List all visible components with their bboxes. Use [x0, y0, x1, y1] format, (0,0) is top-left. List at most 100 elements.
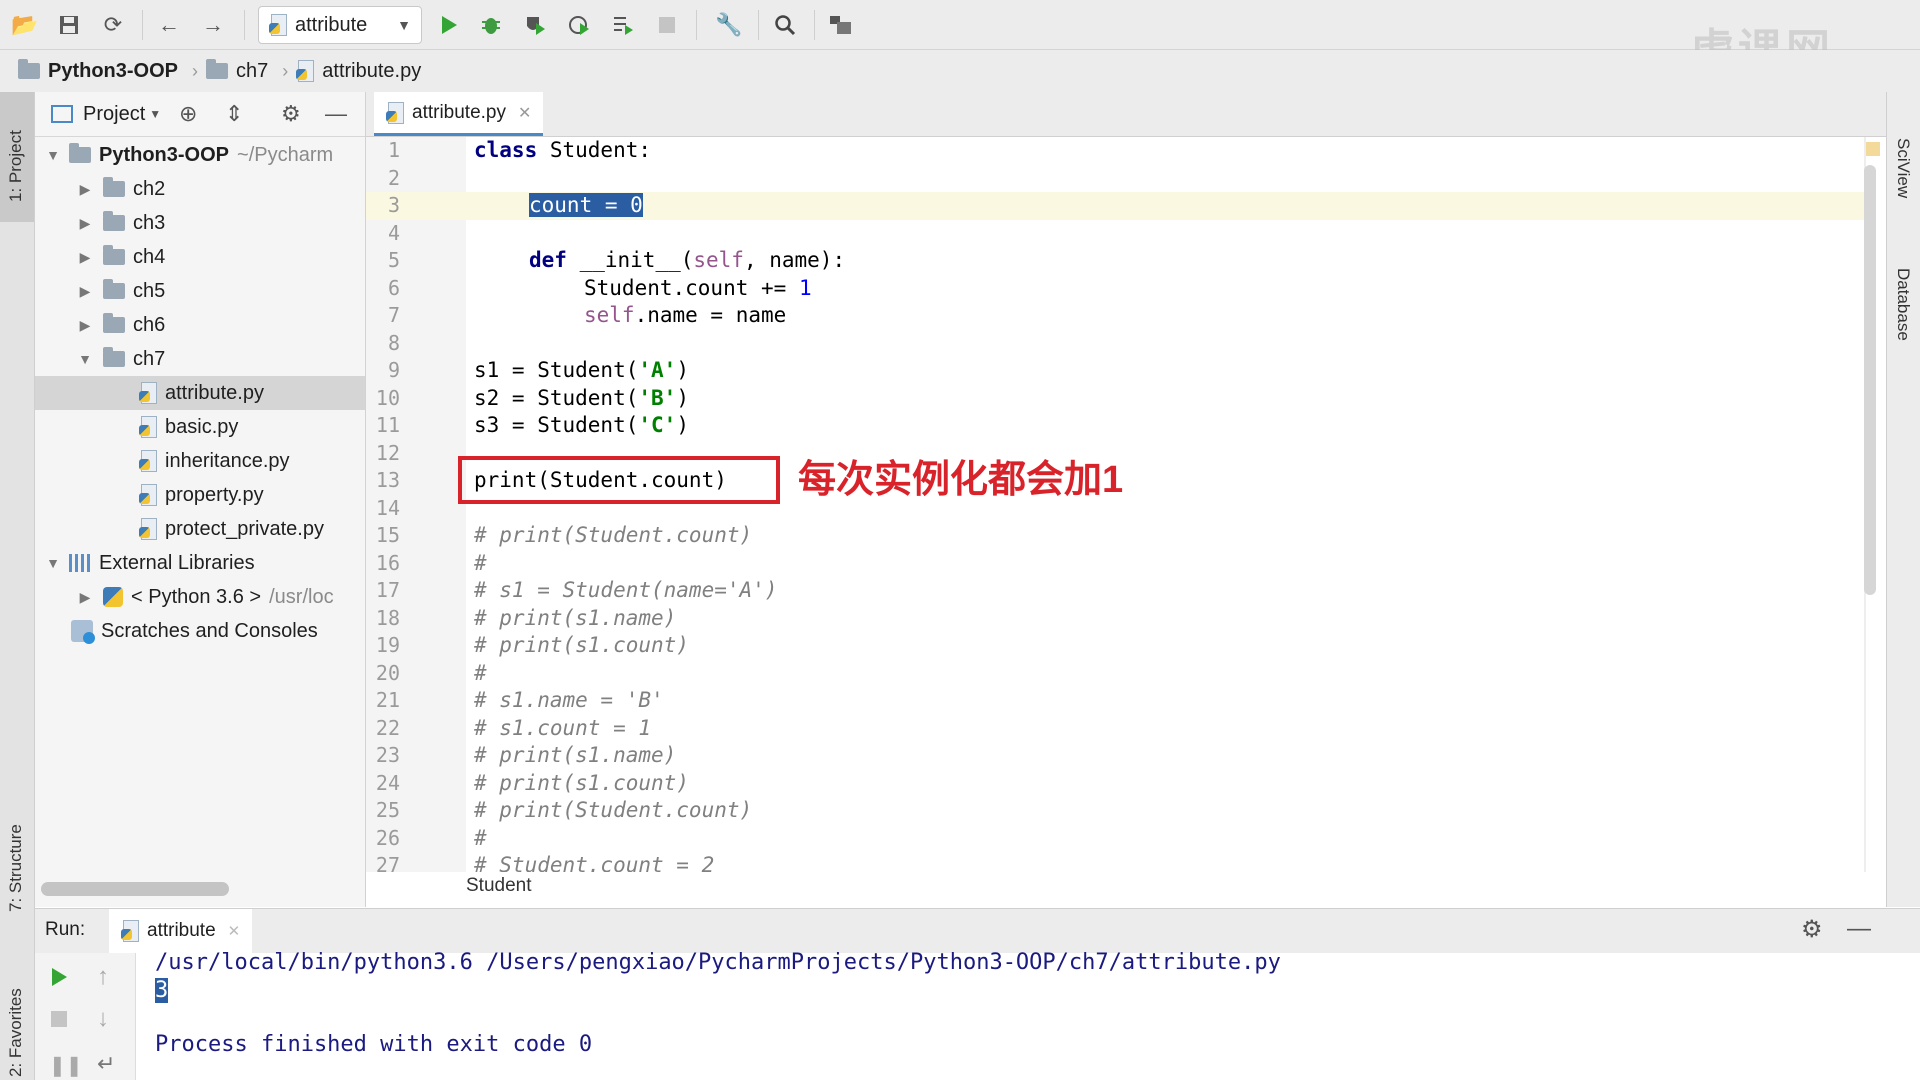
code-line: # print(s1.name) — [474, 605, 677, 630]
concurrency-icon[interactable] — [610, 12, 636, 38]
tree-folder[interactable]: ▶ ch5 — [35, 274, 365, 308]
back-icon[interactable]: ← — [156, 12, 182, 38]
database-tool-label[interactable]: Database — [1893, 268, 1913, 341]
code-editor[interactable]: class Student: count = 0 def __init__(se… — [466, 137, 1866, 872]
tree-scratches[interactable]: Scratches and Consoles — [35, 614, 365, 648]
tree-python-sdk[interactable]: ▶ < Python 3.6 > /usr/loc — [35, 580, 365, 614]
line-number: 8 — [387, 330, 400, 355]
line-number: 21 — [375, 688, 400, 712]
expand-arrow-icon[interactable]: ▶ — [73, 249, 97, 266]
profile-icon[interactable] — [566, 12, 592, 38]
save-icon[interactable] — [56, 12, 82, 38]
expand-arrow-icon[interactable]: ▶ — [73, 215, 97, 232]
line-number: 12 — [375, 440, 400, 465]
expand-arrow-icon[interactable]: ▶ — [73, 317, 97, 334]
folder-icon — [18, 59, 40, 79]
gear-icon[interactable]: ⚙ — [281, 101, 301, 127]
run-icon[interactable] — [436, 12, 462, 38]
sciview-tool-label[interactable]: SciView — [1893, 138, 1913, 198]
tree-folder-expanded[interactable]: ▼ ch7 — [35, 342, 365, 376]
forward-icon[interactable]: → — [200, 12, 226, 38]
tree-folder[interactable]: ▶ ch2 — [35, 172, 365, 206]
console-output-result: 3 — [155, 978, 169, 1003]
editor-tab-bar: attribute.py ✕ — [366, 92, 1886, 137]
minimize-icon[interactable]: — — [325, 101, 347, 127]
tree-file[interactable]: protect_private.py — [35, 512, 365, 546]
close-icon[interactable]: ✕ — [228, 922, 241, 940]
close-icon[interactable]: ✕ — [518, 103, 531, 123]
breadcrumb-separator: › — [282, 60, 289, 81]
sync-icon[interactable]: ⟳ — [100, 12, 126, 38]
tree-file[interactable]: inheritance.py — [35, 444, 365, 478]
project-panel: Project ▼ ⊕ ⇕ ⚙ — ▼ Python3-OOP ~/Pychar… — [35, 92, 366, 907]
tree-file-selected[interactable]: attribute.py — [35, 376, 365, 410]
tab-attribute-py[interactable]: attribute.py ✕ — [374, 92, 544, 136]
up-arrow-icon[interactable]: ↑ — [97, 963, 109, 991]
code-line: # s1.name = 'B' — [474, 688, 664, 712]
line-number: 6 — [387, 275, 400, 300]
expand-arrow-icon[interactable]: ▼ — [73, 351, 97, 367]
expand-arrow-icon[interactable]: ▶ — [73, 589, 97, 606]
soft-wrap-icon[interactable]: ↵ — [97, 1051, 115, 1077]
breadcrumb-file[interactable]: attribute.py — [296, 60, 421, 83]
python-icon — [103, 587, 123, 607]
run-toolbar: ↑ ↓ ❚❚ ↵ — [35, 953, 136, 1080]
coverage-icon[interactable] — [522, 12, 548, 38]
project-view-select[interactable]: Project — [83, 103, 145, 126]
folder-icon — [103, 177, 125, 197]
structure-icon[interactable] — [828, 12, 854, 38]
tree-folder[interactable]: ▶ ch3 — [35, 206, 365, 240]
line-number: 5 — [387, 248, 400, 272]
debug-icon[interactable] — [478, 12, 504, 38]
library-icon — [69, 554, 91, 572]
open-icon[interactable]: 📂 — [11, 12, 38, 38]
annotation-highlight-box — [458, 456, 780, 504]
run-panel-label: Run: — [45, 919, 86, 940]
breadcrumb-folder[interactable]: ch7 — [206, 59, 268, 83]
gear-icon[interactable]: ⚙ — [1801, 915, 1823, 944]
tree-root-project[interactable]: ▼ Python3-OOP ~/Pycharm — [35, 138, 365, 172]
line-number: 26 — [375, 825, 400, 850]
wrench-icon[interactable]: 🔧 — [715, 12, 742, 38]
tree-external-libraries[interactable]: ▼ External Libraries — [35, 546, 365, 580]
collapse-all-icon[interactable]: ⇕ — [225, 101, 243, 127]
tree-file[interactable]: property.py — [35, 478, 365, 512]
code-line: s3 = Student('C') — [474, 413, 689, 437]
python-file-icon — [386, 101, 404, 124]
tree-file[interactable]: basic.py — [35, 410, 365, 444]
expand-arrow-icon[interactable]: ▶ — [73, 283, 97, 300]
run-tab-attribute[interactable]: attribute ✕ — [109, 909, 253, 953]
inspection-indicator[interactable] — [1866, 142, 1880, 156]
breadcrumb-project[interactable]: Python3-OOP — [18, 59, 178, 83]
line-number: 25 — [375, 798, 400, 822]
project-panel-header: Project ▼ ⊕ ⇕ ⚙ — — [35, 92, 365, 137]
pause-icon[interactable]: ❚❚ — [49, 1053, 83, 1078]
project-tool-label[interactable]: 1: Project — [6, 130, 26, 202]
scratches-icon — [71, 620, 95, 644]
search-icon[interactable] — [772, 12, 798, 38]
line-number: 1 — [387, 138, 400, 162]
structure-tool-label[interactable]: 7: Structure — [6, 824, 26, 912]
chevron-down-icon[interactable]: ▼ — [149, 107, 161, 121]
line-number: 22 — [375, 715, 400, 740]
line-number: 23 — [375, 743, 400, 767]
expand-arrow-icon[interactable]: ▼ — [41, 147, 65, 163]
rerun-icon[interactable] — [49, 967, 69, 992]
expand-arrow-icon[interactable]: ▶ — [73, 181, 97, 198]
current-line-highlight — [466, 192, 1866, 220]
tree-folder[interactable]: ▶ ch4 — [35, 240, 365, 274]
horizontal-scrollbar[interactable] — [41, 882, 229, 896]
selected-text: count = 0 — [529, 193, 643, 217]
locate-icon[interactable]: ⊕ — [179, 101, 197, 127]
line-number: 4 — [387, 220, 400, 245]
run-configuration-select[interactable]: attribute ▼ — [258, 6, 422, 44]
favorites-tool-label[interactable]: 2: Favorites — [6, 988, 26, 1077]
code-line: count = 0 — [529, 192, 643, 220]
code-breadcrumb[interactable]: Student — [466, 875, 1886, 905]
expand-arrow-icon[interactable]: ▼ — [41, 555, 65, 571]
vertical-scrollbar[interactable] — [1864, 165, 1876, 595]
tree-folder[interactable]: ▶ ch6 — [35, 308, 365, 342]
minimize-icon[interactable]: — — [1847, 915, 1871, 943]
down-arrow-icon[interactable]: ↓ — [97, 1005, 109, 1033]
folder-icon — [103, 245, 125, 265]
